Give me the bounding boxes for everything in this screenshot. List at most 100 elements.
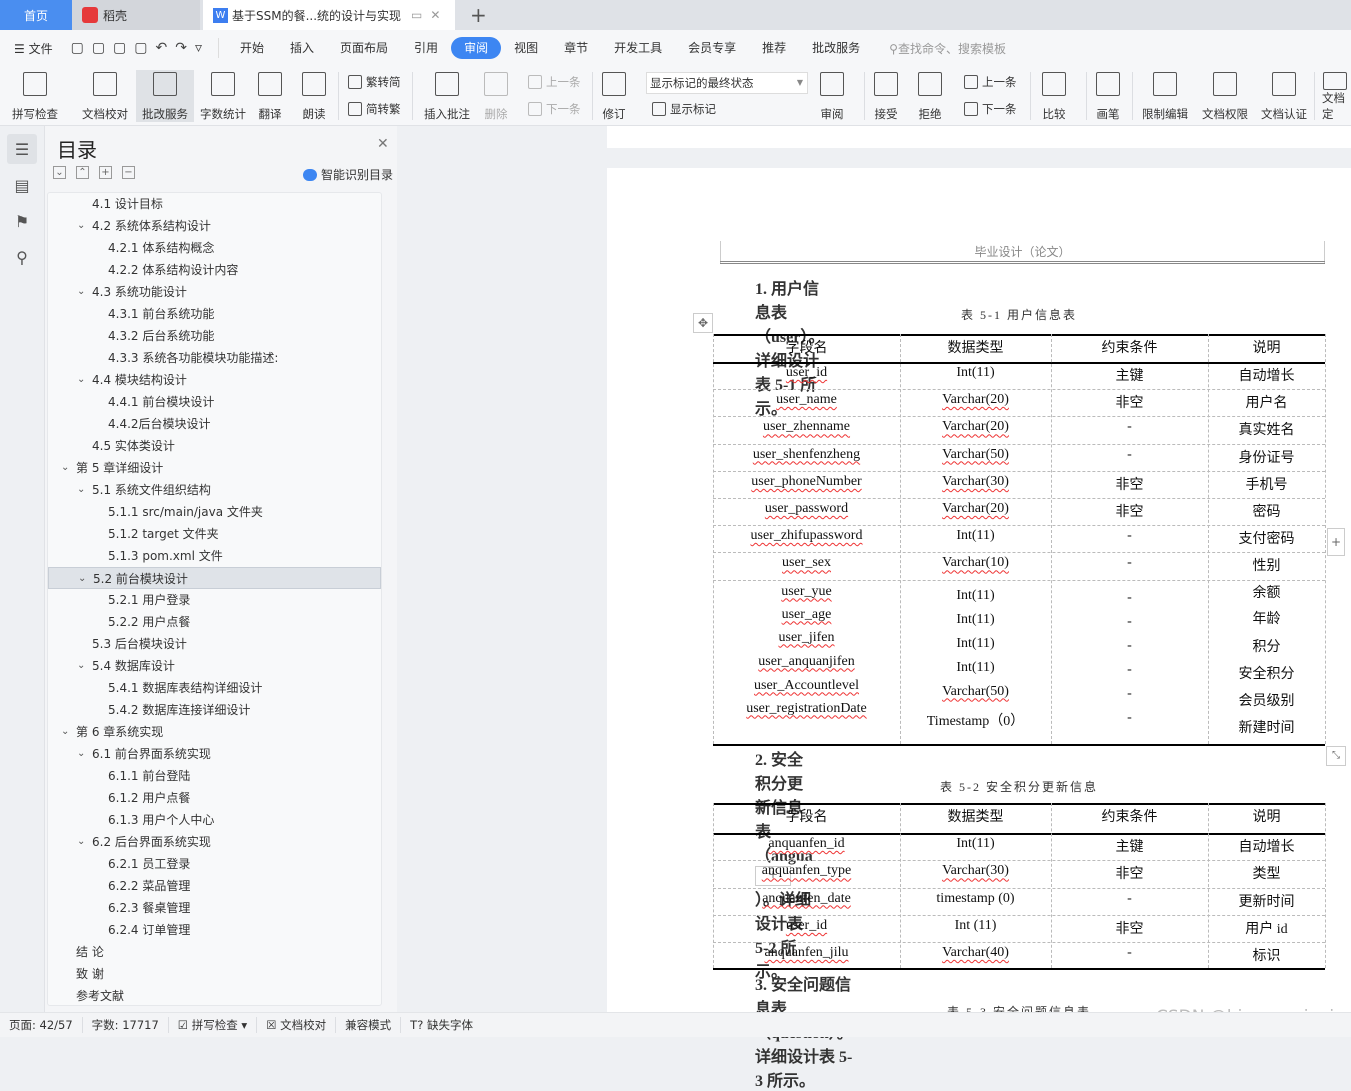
table-cell[interactable]: 约束条件 (1051, 337, 1208, 357)
toc-item[interactable]: 致 谢 (48, 963, 381, 985)
table-cell[interactable]: 主键 (1051, 365, 1208, 385)
menu-8[interactable]: 会员专享 (675, 37, 749, 59)
chevron-down-icon[interactable]: ⌄ (77, 479, 85, 501)
toc-item[interactable]: 4.3.1 前台系统功能 (48, 303, 381, 325)
table-cell[interactable]: 约束条件 (1051, 806, 1208, 826)
table-cell[interactable]: 非空 (1051, 863, 1208, 883)
table-cell[interactable]: Varchar(30) (900, 863, 1051, 879)
table-cell[interactable]: 自动增长 (1208, 365, 1325, 385)
table-cell[interactable]: 新建时间 (1208, 717, 1325, 737)
toc-item[interactable]: ⌄ 6.2 后台界面系统实现 (48, 831, 381, 853)
next-change-button[interactable]: 下一条 (964, 101, 1017, 117)
table-cell[interactable]: 说明 (1208, 806, 1325, 826)
table-cell[interactable]: 身份证号 (1208, 447, 1325, 467)
table-cell[interactable]: Timestamp（0） (900, 710, 1051, 730)
navigation-icon[interactable]: ▤ (7, 170, 37, 200)
toc-item[interactable]: ⌄ 5.2 前台模块设计 (48, 567, 381, 589)
table-cell[interactable]: anquanfen_id (713, 836, 900, 852)
scrollbar[interactable] (381, 633, 382, 1006)
toc-item[interactable]: 5.2.1 用户登录 (48, 589, 381, 611)
toc-item[interactable]: 6.1.2 用户点餐 (48, 787, 381, 809)
table-cell[interactable]: user_phoneNumber (713, 474, 900, 490)
search-command[interactable]: ⚲查找命令、搜索模板 (889, 40, 1006, 57)
table-cell[interactable]: Varchar(10) (900, 555, 1051, 571)
table-cell[interactable]: user_sex (713, 555, 900, 571)
table-cell[interactable]: user_zhifupassword (713, 528, 900, 544)
table-cell[interactable]: 支付密码 (1208, 528, 1325, 548)
table-cell[interactable]: Int (11) (900, 918, 1051, 934)
table-cell[interactable]: user_registrationDate (713, 701, 900, 717)
table-resize-icon[interactable]: ⤡ (1326, 746, 1346, 766)
menu-9[interactable]: 推荐 (749, 37, 799, 59)
chevron-down-icon[interactable]: ⌄ (61, 457, 69, 479)
next-comment-button[interactable]: 下一条 (528, 101, 581, 117)
toc-item[interactable]: 4.5 实体类设计 (48, 435, 381, 457)
simplified-to-traditional-button[interactable]: 简转繁 (348, 101, 401, 117)
accept-button[interactable]: 接受 (870, 70, 902, 122)
chevron-down-icon[interactable]: ⌄ (77, 743, 85, 765)
table-cell[interactable]: Varchar(50) (900, 684, 1051, 700)
table-cell[interactable]: 类型 (1208, 863, 1325, 883)
toc-item[interactable]: 4.3.2 后台系统功能 (48, 325, 381, 347)
new-tab-button[interactable]: + (460, 0, 487, 30)
revise-button[interactable]: 修订 (598, 70, 630, 122)
pen-button[interactable]: 画笔 (1092, 70, 1124, 122)
correction-service-button[interactable]: 批改服务 (136, 70, 194, 122)
toc-item[interactable]: 6.1.3 用户个人中心 (48, 809, 381, 831)
toc-item[interactable]: 4.1 设计目标 (48, 193, 381, 215)
doc-more-button[interactable]: 文档定 (1318, 70, 1351, 122)
table-cell[interactable]: 年龄 (1208, 608, 1325, 628)
table-cell[interactable]: - (1051, 945, 1208, 961)
table-cell[interactable]: 字段名 (713, 806, 900, 826)
table-cell[interactable]: 说明 (1208, 337, 1325, 357)
compare-button[interactable]: 比较 (1038, 70, 1070, 122)
table-cell[interactable]: user_password (713, 501, 900, 517)
toc-item[interactable]: 参考文献 (48, 985, 381, 1005)
prev-change-button[interactable]: 上一条 (964, 74, 1017, 90)
table-cell[interactable]: 会员级别 (1208, 690, 1325, 710)
toc-item[interactable]: 6.2.2 菜品管理 (48, 875, 381, 897)
promote-icon[interactable]: + (99, 166, 112, 179)
toc-item[interactable]: ⌄ 第 5 章详细设计 (48, 457, 381, 479)
toc-item[interactable]: 5.2.2 用户点餐 (48, 611, 381, 633)
table-cell[interactable]: Int(11) (900, 836, 1051, 852)
proofread-status[interactable]: ☒ 文档校对 (257, 1017, 337, 1033)
menu-0[interactable]: 开始 (227, 37, 277, 59)
table-cell[interactable]: Varchar(20) (900, 419, 1051, 435)
table-cell[interactable]: 非空 (1051, 474, 1208, 494)
toc-item[interactable]: 5.3 后台模块设计 (48, 633, 381, 655)
reject-button[interactable]: 拒绝 (914, 70, 946, 122)
table-cell[interactable]: 非空 (1051, 392, 1208, 412)
file-menu[interactable]: ☰ 文件 (14, 40, 53, 57)
table-cell[interactable]: 用户名 (1208, 392, 1325, 412)
table-cell[interactable]: user_age (713, 607, 900, 623)
table-cell[interactable]: 性别 (1208, 555, 1325, 575)
table-cell[interactable]: Int(11) (900, 365, 1051, 381)
insert-comment-button[interactable]: 插入批注 (420, 70, 474, 122)
screen-icon[interactable]: ▭ (411, 8, 422, 22)
menu-2[interactable]: 页面布局 (327, 37, 401, 59)
menu-3[interactable]: 引用 (401, 37, 451, 59)
word-count[interactable]: 字数: 17717 (83, 1017, 169, 1033)
toc-item[interactable]: 5.1.2 target 文件夹 (48, 523, 381, 545)
restrict-edit-button[interactable]: 限制编辑 (1138, 70, 1192, 122)
menu-4[interactable]: 审阅 (451, 37, 502, 59)
table-cell[interactable]: Int(11) (900, 528, 1051, 544)
table-cell[interactable]: timestamp (0) (900, 891, 1051, 907)
table-cell[interactable]: Int(11) (900, 612, 1051, 628)
table-cell[interactable]: Int(11) (900, 636, 1051, 652)
translate-button[interactable]: 翻译 (254, 70, 286, 122)
table-cell[interactable]: 安全积分 (1208, 663, 1325, 683)
table-cell[interactable]: - (1051, 638, 1208, 654)
table-cell[interactable]: user_Accountlevel (713, 678, 900, 694)
chevron-down-icon[interactable]: ⌄ (77, 831, 85, 853)
table-cell[interactable]: anquanfen_type (713, 863, 900, 879)
toc-item[interactable]: 4.2.2 体系结构设计内容 (48, 259, 381, 281)
toc-item[interactable]: 5.1.1 src/main/java 文件夹 (48, 501, 381, 523)
chevron-down-icon[interactable]: ⌄ (77, 655, 85, 677)
demote-icon[interactable]: − (122, 166, 135, 179)
menu-10[interactable]: 批改服务 (799, 37, 873, 59)
menu-1[interactable]: 插入 (277, 37, 327, 59)
table-cell[interactable]: user_id (713, 365, 900, 381)
doc-permission-button[interactable]: 文档权限 (1198, 70, 1252, 122)
